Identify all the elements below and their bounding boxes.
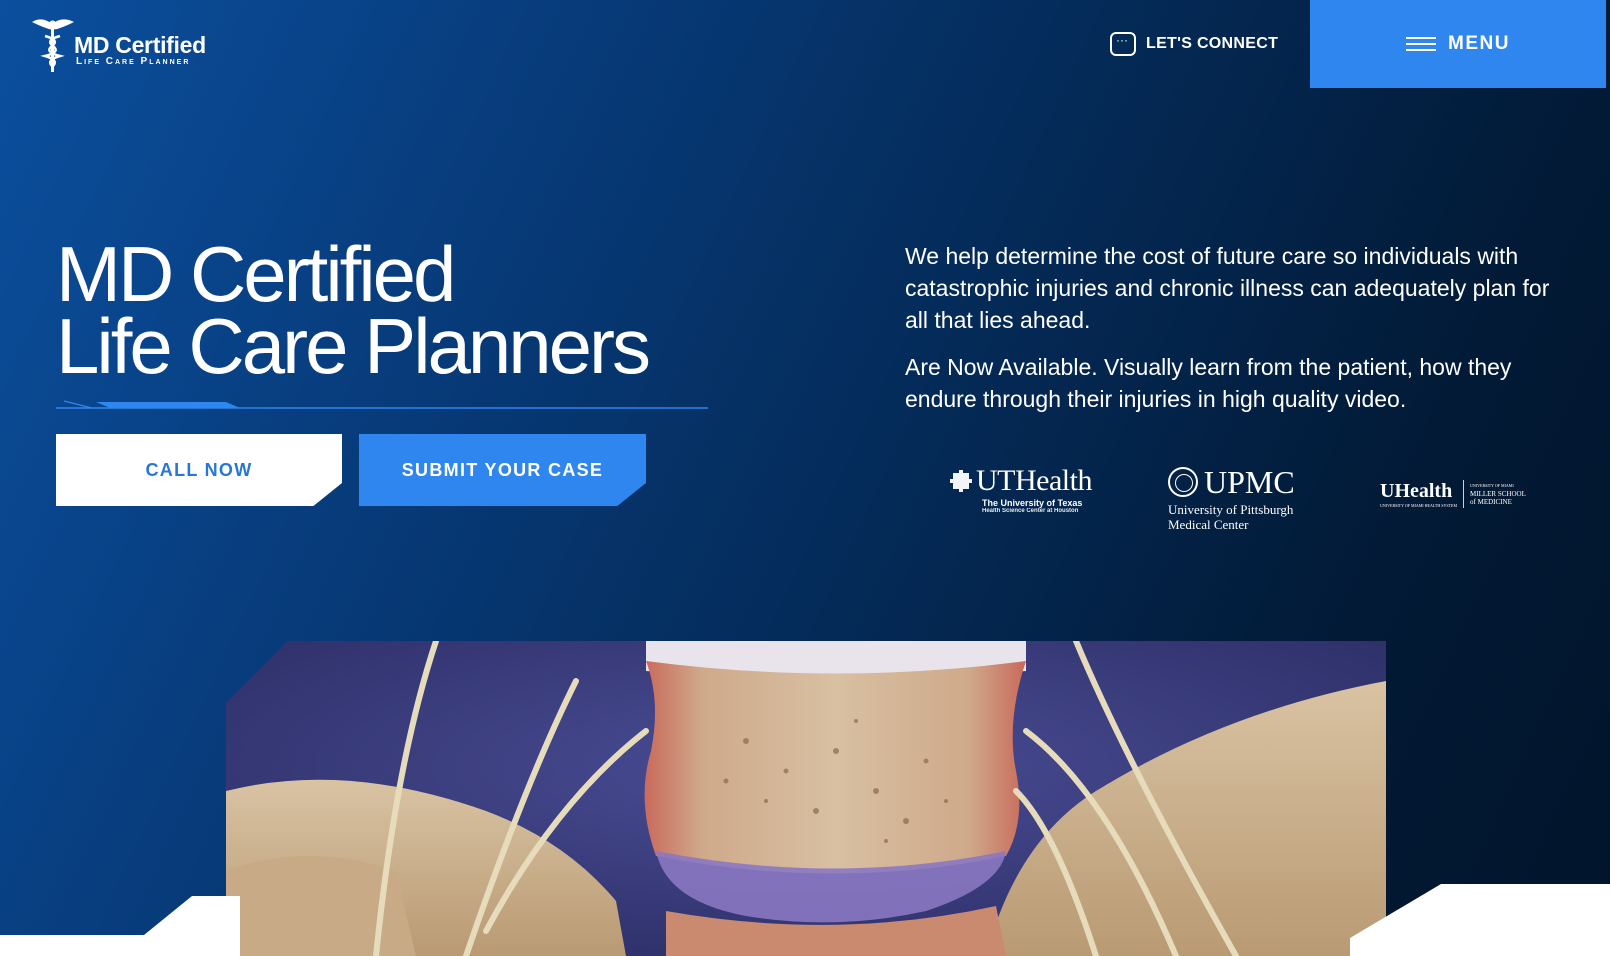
lets-connect-link[interactable]: LET'S CONNECT (1110, 30, 1278, 58)
page-title-line-2: Life Care Planners (56, 302, 651, 390)
hamburger-icon (1406, 37, 1437, 51)
uhealth-name: UHealth (1380, 480, 1453, 502)
menu-label: MENU (1448, 33, 1510, 54)
bottom-wedge-left (0, 896, 240, 956)
description-paragraph-1: We help determine the cost of future car… (905, 243, 1550, 333)
logo-name: MD Certified (74, 32, 206, 58)
submit-case-button[interactable]: SUBMIT YOUR CASE (359, 434, 646, 506)
call-now-button[interactable]: CALL NOW (56, 434, 342, 506)
uhealth-line-2: MILLER SCHOOL (1470, 490, 1526, 498)
uthealth-logo: UTHealth The University of Texas Health … (950, 464, 1092, 514)
upmc-seal-icon (1168, 467, 1198, 497)
caduceus-icon (32, 19, 74, 72)
uhealth-divider (1463, 480, 1465, 508)
site-logo[interactable]: MD Certified Life Care Planner (30, 14, 240, 74)
uthealth-line-1: The University of Texas (982, 498, 1083, 508)
spine-video-thumbnail[interactable] (226, 641, 1386, 956)
page-title-line-1: MD Certified (56, 230, 456, 318)
uthealth-line-2: Health Science Center at Houston (982, 508, 1079, 514)
upmc-logo: UPMC University of Pittsburgh Medical Ce… (1168, 464, 1295, 531)
uhealth-sub: UNIVERSITY OF MIAMI HEALTH SYSTEM (1380, 503, 1458, 508)
logo-subtitle: Life Care Planner (76, 56, 191, 67)
uhealth-line-1: UNIVERSITY OF MIAMI (1470, 483, 1514, 488)
title-underline (56, 400, 708, 409)
spine-illustration (226, 641, 1386, 956)
hero-section: MD Certified Life Care Planner LET'S CON… (0, 0, 1610, 956)
menu-button[interactable]: MENU (1310, 0, 1606, 88)
uthealth-mark-icon (950, 470, 972, 492)
upmc-name: UPMC (1204, 464, 1295, 500)
description-paragraph-2: Are Now Available. Visually learn from t… (905, 354, 1512, 412)
uhealth-line-3: of MEDICINE (1470, 498, 1512, 506)
uhealth-logo: UHealth UNIVERSITY OF MIAMI HEALTH SYSTE… (1380, 480, 1526, 508)
page-title: MD Certified Life Care Planners (56, 230, 651, 390)
upmc-line-1: University of Pittsburgh (1168, 502, 1294, 517)
uthealth-name: UTHealth (976, 464, 1092, 497)
lets-connect-label: LET'S CONNECT (1146, 35, 1279, 52)
chat-bubble-icon (1110, 32, 1136, 56)
bottom-wedge-right (1350, 884, 1610, 956)
hero-description: We help determine the cost of future car… (905, 240, 1565, 430)
upmc-line-2: Medical Center (1168, 517, 1249, 532)
partner-logos: UTHealth The University of Texas Health … (950, 464, 1526, 531)
